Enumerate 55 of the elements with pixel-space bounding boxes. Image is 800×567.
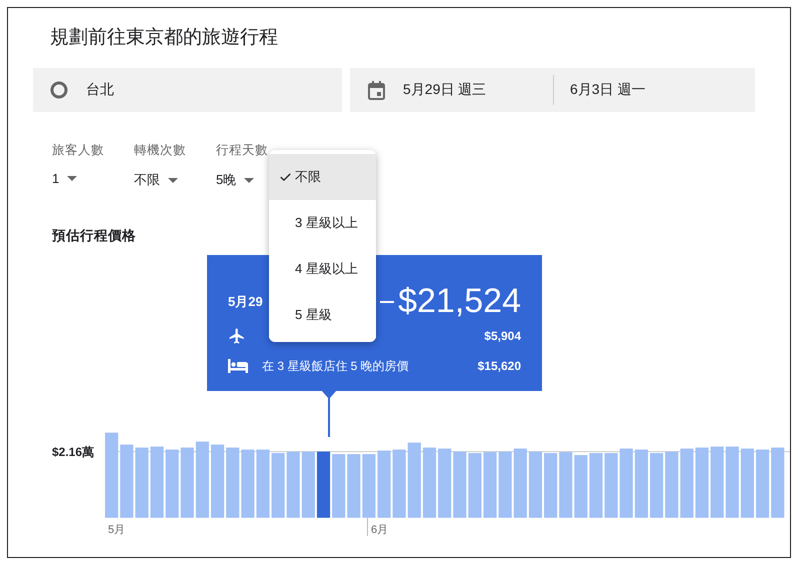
price-bar[interactable] xyxy=(710,446,724,518)
hotel-description: 在 3 星級飯店住 5 晚的房價 xyxy=(262,358,409,374)
price-bar[interactable] xyxy=(770,448,784,518)
price-bar[interactable] xyxy=(226,448,240,518)
tooltip-date: 5月29 xyxy=(228,292,264,310)
filter-dropdown[interactable]: 5晚 xyxy=(216,171,254,189)
price-bar[interactable] xyxy=(332,454,345,518)
price-bar[interactable] xyxy=(438,448,451,518)
menu-item[interactable]: 不限 xyxy=(269,154,376,200)
page-title: 規劃前往東京都的旅遊行程 xyxy=(50,26,279,48)
axis-label: $2.16萬 xyxy=(52,444,96,461)
filter-label: 旅客人數 xyxy=(52,142,105,159)
price-bar[interactable] xyxy=(377,450,390,518)
check-icon xyxy=(279,170,292,184)
price-bar[interactable] xyxy=(120,444,134,518)
menu-item[interactable]: 4 星級以上 xyxy=(269,246,376,292)
price-bar[interactable] xyxy=(180,448,194,518)
caret-icon xyxy=(168,178,178,182)
price-bar[interactable] xyxy=(452,452,466,518)
price-bar[interactable] xyxy=(650,453,663,518)
price-bar[interactable] xyxy=(316,452,330,518)
hotel-price: $15,620 xyxy=(478,359,521,373)
month-label: 5月 xyxy=(107,523,126,537)
caret-icon xyxy=(244,178,254,182)
menu-item[interactable]: 3 星級以上 xyxy=(269,200,376,246)
price-bar[interactable] xyxy=(165,450,178,518)
price-bar[interactable] xyxy=(271,453,284,518)
price-bar[interactable] xyxy=(210,444,224,518)
airplane-icon xyxy=(228,327,246,345)
origin-field[interactable]: 台北 xyxy=(33,68,342,112)
date-field[interactable]: 5月29日 週三 6月3日 週一 xyxy=(350,68,755,112)
chart-title: 預估行程價格 xyxy=(52,227,137,245)
price-bar[interactable] xyxy=(286,452,300,518)
flight-price: $5,904 xyxy=(484,329,521,343)
bed-icon xyxy=(228,359,248,373)
total-price: $21,524 xyxy=(398,282,521,321)
return-date[interactable]: 6月3日 週一 xyxy=(570,81,646,99)
price-bar[interactable] xyxy=(664,452,678,518)
price-bar[interactable] xyxy=(104,432,118,518)
caret-icon xyxy=(67,176,78,181)
filter-label: 行程天數 xyxy=(216,142,269,159)
price-bar[interactable] xyxy=(392,450,406,518)
price-bar[interactable] xyxy=(725,446,739,518)
filter-dropdown[interactable]: 1 xyxy=(52,171,78,186)
filter-dropdown[interactable]: 不限 xyxy=(134,171,178,189)
price-bar[interactable] xyxy=(604,453,618,518)
month-label: 6月 xyxy=(370,523,390,537)
depart-date[interactable]: 5月29日 週三 xyxy=(403,81,553,99)
price-bar[interactable] xyxy=(544,453,557,518)
circle-icon xyxy=(50,81,68,99)
price-bar[interactable] xyxy=(558,452,572,518)
calendar-icon xyxy=(368,80,385,100)
price-bar[interactable] xyxy=(498,452,512,518)
menu-item[interactable]: 5 星級 xyxy=(269,292,376,338)
filter-label: 轉機次數 xyxy=(134,142,187,159)
